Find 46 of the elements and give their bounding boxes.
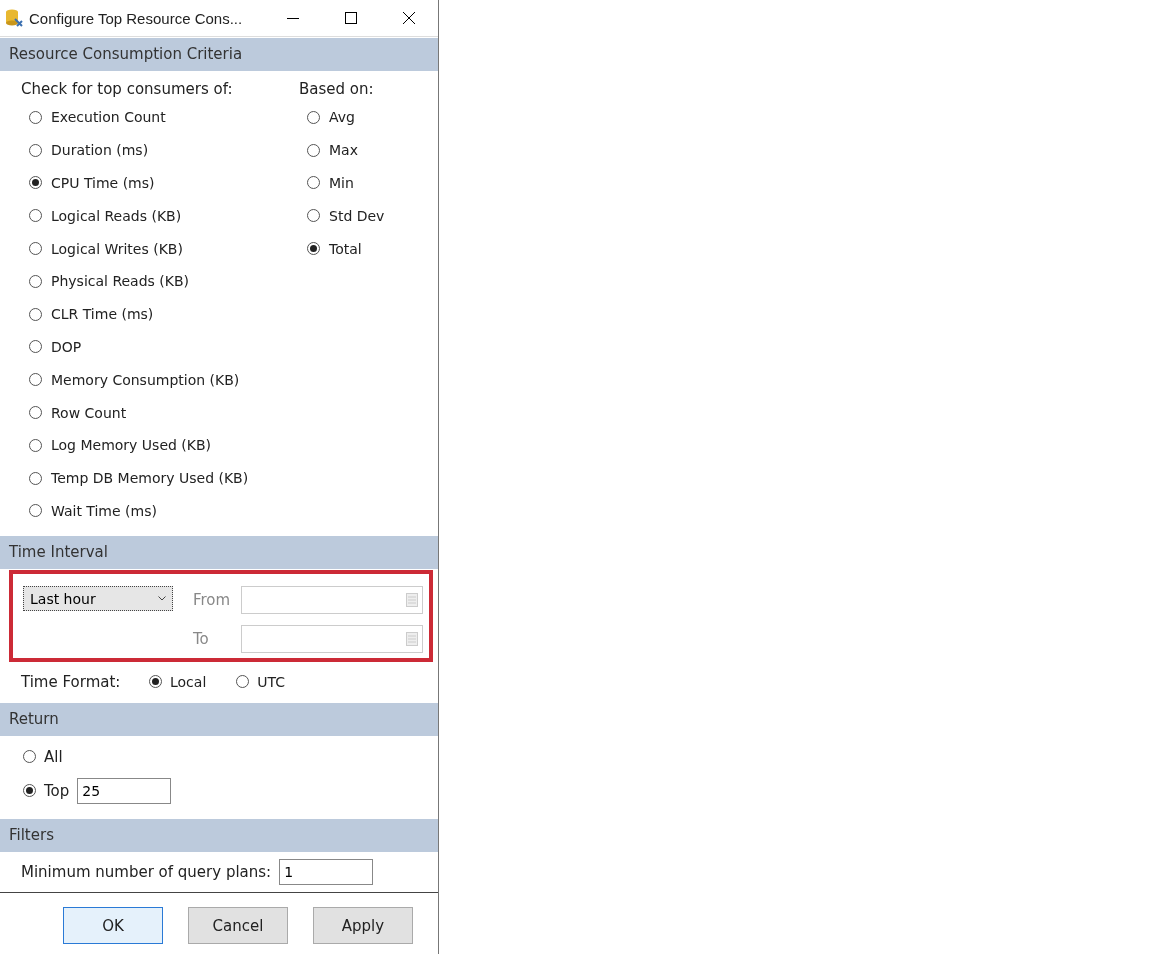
min-plans-label: Minimum number of query plans: bbox=[21, 863, 272, 881]
aggregate-radio[interactable]: Avg bbox=[299, 101, 385, 134]
aggregate-radio[interactable]: Min bbox=[299, 166, 385, 200]
date-label: From bbox=[193, 591, 232, 609]
aggregate-radio[interactable]: Std Dev bbox=[299, 199, 385, 233]
metric-radio[interactable]: Temp DB Memory Used (KB) bbox=[21, 461, 299, 495]
calendar-icon bbox=[406, 632, 418, 646]
close-icon bbox=[403, 12, 415, 24]
range-dropdown[interactable]: Last hour bbox=[23, 586, 173, 611]
metric-radio[interactable]: Wait Time (ms) bbox=[21, 494, 299, 528]
window-title: Configure Top Resource Cons... bbox=[29, 9, 244, 27]
dialog-button[interactable]: OK bbox=[63, 907, 163, 944]
time-format-radio[interactable]: UTC bbox=[236, 665, 286, 699]
aggregate-radio[interactable]: Total bbox=[299, 232, 385, 265]
min-plans-field[interactable]: 1 bbox=[279, 859, 374, 885]
top-count-field[interactable]: 25 bbox=[77, 778, 172, 804]
caret-icon bbox=[158, 596, 166, 601]
section-header: Return bbox=[0, 703, 438, 736]
calendar-icon bbox=[406, 593, 418, 607]
metric-radio[interactable]: DOP bbox=[21, 330, 299, 364]
return-radio[interactable]: All bbox=[23, 740, 63, 774]
metric-radio[interactable]: Physical Reads (KB) bbox=[21, 265, 299, 298]
metrics-label: Check for top consumers of: bbox=[21, 79, 234, 100]
metric-radio[interactable]: Execution Count bbox=[21, 101, 299, 134]
time-format-radio[interactable]: Local bbox=[149, 665, 207, 699]
based-on-label: Based on: bbox=[299, 79, 375, 100]
return-radio[interactable]: Top bbox=[23, 774, 70, 808]
metric-radio[interactable]: Duration (ms) bbox=[21, 133, 299, 167]
section-header: Resource Consumption Criteria bbox=[0, 38, 438, 71]
date-field[interactable] bbox=[241, 586, 423, 614]
metric-radio[interactable]: CLR Time (ms) bbox=[21, 297, 299, 331]
maximize-icon bbox=[345, 12, 357, 24]
time-format-label: Time Format: bbox=[21, 673, 122, 691]
metric-radio[interactable]: Row Count bbox=[21, 396, 299, 429]
date-label: To bbox=[193, 630, 210, 648]
metric-radio[interactable]: Log Memory Used (KB) bbox=[21, 428, 299, 462]
aggregate-radio[interactable]: Max bbox=[299, 133, 385, 167]
dialog-button[interactable]: Apply bbox=[313, 907, 413, 944]
metric-radio[interactable]: CPU Time (ms) bbox=[21, 166, 299, 200]
section-header: Time Interval bbox=[0, 536, 438, 569]
section-header: Filters bbox=[0, 819, 438, 852]
metric-radio[interactable]: Memory Consumption (KB) bbox=[21, 363, 299, 397]
metric-radio[interactable]: Logical Reads (KB) bbox=[21, 199, 299, 233]
metric-radio[interactable]: Logical Writes (KB) bbox=[21, 232, 299, 265]
date-field[interactable] bbox=[241, 625, 423, 653]
dialog-button[interactable]: Cancel bbox=[188, 907, 288, 944]
